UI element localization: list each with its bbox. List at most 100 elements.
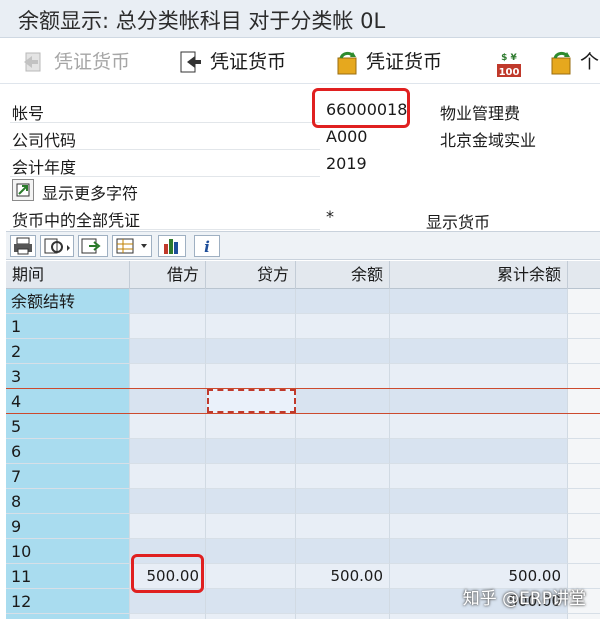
header-credit[interactable]: 贷方 bbox=[206, 261, 296, 289]
cell-debit[interactable] bbox=[130, 414, 206, 439]
currency-label: 货币中的全部凭证 bbox=[12, 211, 141, 230]
cell-period[interactable]: 余额结转 bbox=[6, 289, 130, 314]
cell-debit[interactable] bbox=[130, 314, 206, 339]
cell-period[interactable]: 5 bbox=[6, 414, 130, 439]
table-row[interactable]: 9 bbox=[6, 514, 600, 539]
cell-balance[interactable] bbox=[296, 514, 390, 539]
cell-period[interactable]: 4 bbox=[6, 389, 130, 414]
cell-credit[interactable] bbox=[206, 289, 296, 314]
cell-balance[interactable] bbox=[296, 289, 390, 314]
export-button[interactable] bbox=[78, 235, 108, 257]
cell-cumulative[interactable] bbox=[390, 464, 568, 489]
info-button[interactable]: i bbox=[194, 235, 220, 257]
cell-balance[interactable] bbox=[296, 339, 390, 364]
table-row[interactable]: 10 bbox=[6, 539, 600, 564]
cell-balance[interactable] bbox=[296, 589, 390, 614]
table-row[interactable]: 2 bbox=[6, 339, 600, 364]
fiscal-year-row: 会计年度 2019 bbox=[0, 151, 600, 177]
cell-period[interactable]: 12 bbox=[6, 589, 130, 614]
header-spacer bbox=[568, 261, 600, 289]
cell-credit[interactable] bbox=[206, 589, 296, 614]
table-row[interactable]: 5 bbox=[6, 414, 600, 439]
table-row[interactable]: 4 bbox=[6, 389, 600, 414]
cell-balance[interactable] bbox=[296, 464, 390, 489]
cell-cumulative[interactable] bbox=[390, 364, 568, 389]
cell-period[interactable]: 3 bbox=[6, 364, 130, 389]
cell-balance[interactable] bbox=[296, 389, 390, 414]
cell-cumulative[interactable] bbox=[390, 414, 568, 439]
cell-credit[interactable] bbox=[206, 364, 296, 389]
cell-debit[interactable] bbox=[130, 464, 206, 489]
cell-credit[interactable] bbox=[206, 489, 296, 514]
cell-debit[interactable] bbox=[130, 614, 206, 619]
table-row[interactable]: 8 bbox=[6, 489, 600, 514]
table-row[interactable] bbox=[6, 614, 600, 619]
print-button[interactable] bbox=[10, 235, 36, 257]
company-code-value[interactable]: A000 bbox=[326, 127, 367, 146]
cell-credit[interactable] bbox=[206, 539, 296, 564]
cell-cumulative[interactable] bbox=[390, 389, 568, 414]
fiscal-year-value[interactable]: 2019 bbox=[326, 154, 367, 173]
cell-spacer bbox=[568, 614, 600, 619]
cell-cumulative[interactable] bbox=[390, 514, 568, 539]
header-balance[interactable]: 余额 bbox=[296, 261, 390, 289]
cell-debit[interactable] bbox=[130, 514, 206, 539]
cell-balance[interactable] bbox=[296, 414, 390, 439]
cell-cumulative[interactable] bbox=[390, 539, 568, 564]
table-row[interactable]: 3 bbox=[6, 364, 600, 389]
header-period[interactable]: 期间 bbox=[6, 261, 130, 289]
cell-period[interactable]: 7 bbox=[6, 464, 130, 489]
table-row[interactable]: 余额结转 bbox=[6, 289, 600, 314]
cell-period[interactable]: 11 bbox=[6, 564, 130, 589]
cell-period[interactable]: 9 bbox=[6, 514, 130, 539]
cell-period[interactable] bbox=[6, 614, 130, 619]
cell-credit[interactable] bbox=[206, 464, 296, 489]
header-cumulative[interactable]: 累计余额 bbox=[390, 261, 568, 289]
cell-balance[interactable] bbox=[296, 439, 390, 464]
focused-cell[interactable] bbox=[207, 389, 296, 413]
cell-period[interactable]: 6 bbox=[6, 439, 130, 464]
cell-period[interactable]: 10 bbox=[6, 539, 130, 564]
folder-refresh-icon-2 bbox=[551, 51, 571, 75]
cell-balance[interactable] bbox=[296, 364, 390, 389]
cell-credit[interactable] bbox=[206, 439, 296, 464]
table-row[interactable]: 6 bbox=[6, 439, 600, 464]
print-preview-button[interactable] bbox=[40, 235, 74, 257]
cell-debit[interactable] bbox=[130, 489, 206, 514]
cell-cumulative[interactable] bbox=[390, 339, 568, 364]
header-debit[interactable]: 借方 bbox=[130, 261, 206, 289]
currency-icon-text: $ ¥ bbox=[501, 53, 517, 63]
cell-credit[interactable] bbox=[206, 414, 296, 439]
cell-debit[interactable] bbox=[130, 364, 206, 389]
table-row[interactable]: 7 bbox=[6, 464, 600, 489]
cell-debit[interactable] bbox=[130, 389, 206, 414]
cell-cumulative[interactable] bbox=[390, 314, 568, 339]
cell-cumulative[interactable] bbox=[390, 489, 568, 514]
cell-spacer bbox=[568, 389, 600, 414]
cell-cumulative[interactable] bbox=[390, 614, 568, 619]
cell-credit[interactable] bbox=[206, 614, 296, 619]
selected-row-line bbox=[6, 413, 600, 414]
cell-credit[interactable] bbox=[206, 314, 296, 339]
cell-balance[interactable]: 500.00 bbox=[296, 564, 390, 589]
currency-value[interactable]: * bbox=[326, 207, 334, 226]
table-row[interactable]: 1 bbox=[6, 314, 600, 339]
cell-debit[interactable] bbox=[130, 439, 206, 464]
cell-credit[interactable] bbox=[206, 514, 296, 539]
cell-balance[interactable] bbox=[296, 314, 390, 339]
cell-period[interactable]: 2 bbox=[6, 339, 130, 364]
cell-debit[interactable] bbox=[130, 339, 206, 364]
cell-balance[interactable] bbox=[296, 614, 390, 619]
more-fields-label: 显示更多字符 bbox=[42, 184, 139, 203]
layout-button[interactable] bbox=[112, 235, 152, 257]
chart-button[interactable] bbox=[158, 235, 186, 257]
cell-balance[interactable] bbox=[296, 489, 390, 514]
cell-period[interactable]: 8 bbox=[6, 489, 130, 514]
cell-balance[interactable] bbox=[296, 539, 390, 564]
cell-cumulative[interactable] bbox=[390, 439, 568, 464]
cell-credit[interactable] bbox=[206, 564, 296, 589]
cell-debit[interactable] bbox=[130, 289, 206, 314]
cell-period[interactable]: 1 bbox=[6, 314, 130, 339]
cell-cumulative[interactable] bbox=[390, 289, 568, 314]
cell-credit[interactable] bbox=[206, 339, 296, 364]
